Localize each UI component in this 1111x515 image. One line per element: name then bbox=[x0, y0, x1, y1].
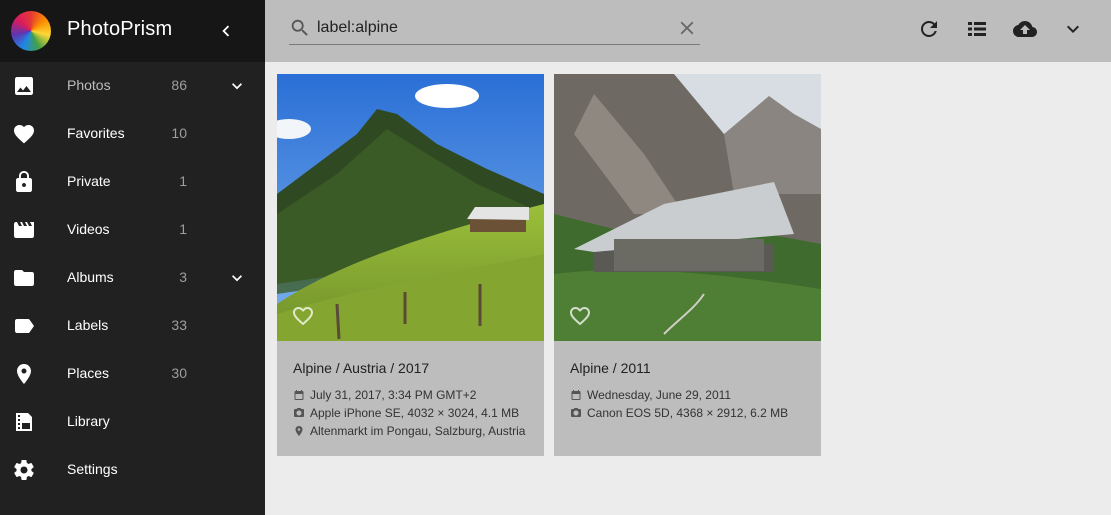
collapse-sidebar-icon[interactable] bbox=[215, 20, 237, 42]
photo-camera-info: Apple iPhone SE, 4032 × 3024, 4.1 MB bbox=[310, 406, 520, 420]
photo-title[interactable]: Alpine / 2011 bbox=[570, 360, 651, 376]
sidebar-item-albums[interactable]: Albums 3 bbox=[0, 254, 265, 302]
sidebar-item-count: 10 bbox=[171, 125, 187, 141]
movie-icon bbox=[14, 222, 34, 238]
library-icon bbox=[16, 413, 32, 431]
sidebar-item-label: Private bbox=[67, 173, 111, 189]
sidebar-item-labels[interactable]: Labels 33 bbox=[0, 302, 265, 350]
sidebar-item-photos[interactable]: Photos 86 bbox=[0, 62, 265, 110]
photo-date-row: Wednesday, June 29, 2011 bbox=[570, 388, 731, 402]
photo-camera-info: Canon EOS 5D, 4368 × 2912, 6.2 MB bbox=[587, 406, 789, 420]
gear-icon bbox=[14, 460, 34, 481]
app-title: PhotoPrism bbox=[67, 18, 173, 40]
calendar-icon bbox=[571, 390, 581, 400]
sidebar-item-count: 1 bbox=[179, 221, 187, 237]
sidebar-item-places[interactable]: Places 30 bbox=[0, 350, 265, 398]
photo-title[interactable]: Alpine / Austria / 2017 bbox=[293, 360, 429, 376]
chevron-down-icon[interactable] bbox=[227, 266, 247, 290]
label-icon bbox=[15, 319, 34, 333]
chevron-down-icon[interactable] bbox=[227, 74, 247, 98]
image-icon bbox=[15, 77, 33, 95]
sidebar-item-count: 1 bbox=[179, 173, 187, 189]
brand-bar: PhotoPrism bbox=[0, 0, 265, 62]
search-icon bbox=[291, 19, 308, 36]
sidebar: PhotoPrism Photos 86 Favorites 10 Privat… bbox=[0, 0, 265, 515]
sidebar-item-count: 3 bbox=[179, 269, 187, 285]
photo-card[interactable]: Alpine / 2011 Wednesday, June 29, 2011 C… bbox=[554, 74, 821, 456]
chevron-down-icon[interactable] bbox=[1061, 17, 1085, 41]
sidebar-item-label: Videos bbox=[67, 221, 110, 237]
sidebar-item-label: Favorites bbox=[67, 125, 125, 141]
sidebar-item-label: Library bbox=[67, 413, 110, 429]
camera-icon bbox=[294, 408, 304, 417]
app-logo[interactable] bbox=[11, 11, 51, 51]
favorite-heart-icon[interactable] bbox=[291, 304, 315, 328]
alpine-hut-image bbox=[554, 74, 821, 341]
sidebar-item-label: Labels bbox=[67, 317, 109, 333]
sidebar-nav: Photos 86 Favorites 10 Private 1 Videos … bbox=[0, 62, 265, 494]
sidebar-item-private[interactable]: Private 1 bbox=[0, 158, 265, 206]
clear-search-icon[interactable] bbox=[676, 17, 698, 39]
top-toolbar bbox=[265, 0, 1111, 62]
photo-thumbnail-alpine-2011[interactable] bbox=[554, 74, 821, 341]
search-input[interactable] bbox=[317, 17, 667, 39]
alpine-meadow-image bbox=[277, 74, 544, 341]
photo-date: Wednesday, June 29, 2011 bbox=[587, 388, 732, 402]
favorite-heart-icon[interactable] bbox=[568, 304, 592, 328]
photo-thumbnail-alpine-austria[interactable] bbox=[277, 74, 544, 341]
sidebar-item-favorites[interactable]: Favorites 10 bbox=[0, 110, 265, 158]
photo-card[interactable]: Alpine / Austria / 2017 July 31, 2017, 3… bbox=[277, 74, 544, 456]
sidebar-item-count: 30 bbox=[171, 365, 187, 381]
heart-icon bbox=[14, 125, 34, 144]
lock-icon bbox=[16, 171, 32, 192]
calendar-icon bbox=[294, 390, 304, 400]
sidebar-item-settings[interactable]: Settings bbox=[0, 446, 265, 494]
sidebar-item-label: Places bbox=[67, 365, 110, 381]
photo-camera-row: Canon EOS 5D, 4368 × 2912, 6.2 MB bbox=[570, 406, 788, 420]
sidebar-item-label: Settings bbox=[67, 461, 118, 477]
place-icon bbox=[295, 426, 303, 436]
sidebar-item-label: Albums bbox=[67, 269, 114, 285]
folder-icon bbox=[14, 270, 34, 286]
sidebar-item-videos[interactable]: Videos 1 bbox=[0, 206, 265, 254]
photo-location-row: Altenmarkt im Pongau, Salzburg, Austria bbox=[293, 424, 525, 438]
view-list-icon[interactable] bbox=[965, 17, 989, 41]
photo-location[interactable]: Altenmarkt im Pongau, Salzburg, Austria bbox=[310, 424, 525, 438]
photo-date: July 31, 2017, 3:34 PM GMT+2 bbox=[310, 388, 477, 402]
photo-date-row: July 31, 2017, 3:34 PM GMT+2 bbox=[293, 388, 476, 402]
place-icon bbox=[17, 364, 31, 384]
sidebar-item-library[interactable]: Library bbox=[0, 398, 265, 446]
search-bar bbox=[289, 14, 700, 45]
camera-icon bbox=[571, 408, 581, 417]
sidebar-item-label: Photos bbox=[67, 77, 111, 93]
photo-camera-row: Apple iPhone SE, 4032 × 3024, 4.1 MB bbox=[293, 406, 519, 420]
refresh-icon[interactable] bbox=[917, 17, 941, 41]
sidebar-item-count: 33 bbox=[171, 317, 187, 333]
upload-icon[interactable] bbox=[1013, 17, 1037, 41]
sidebar-item-count: 86 bbox=[171, 77, 187, 93]
